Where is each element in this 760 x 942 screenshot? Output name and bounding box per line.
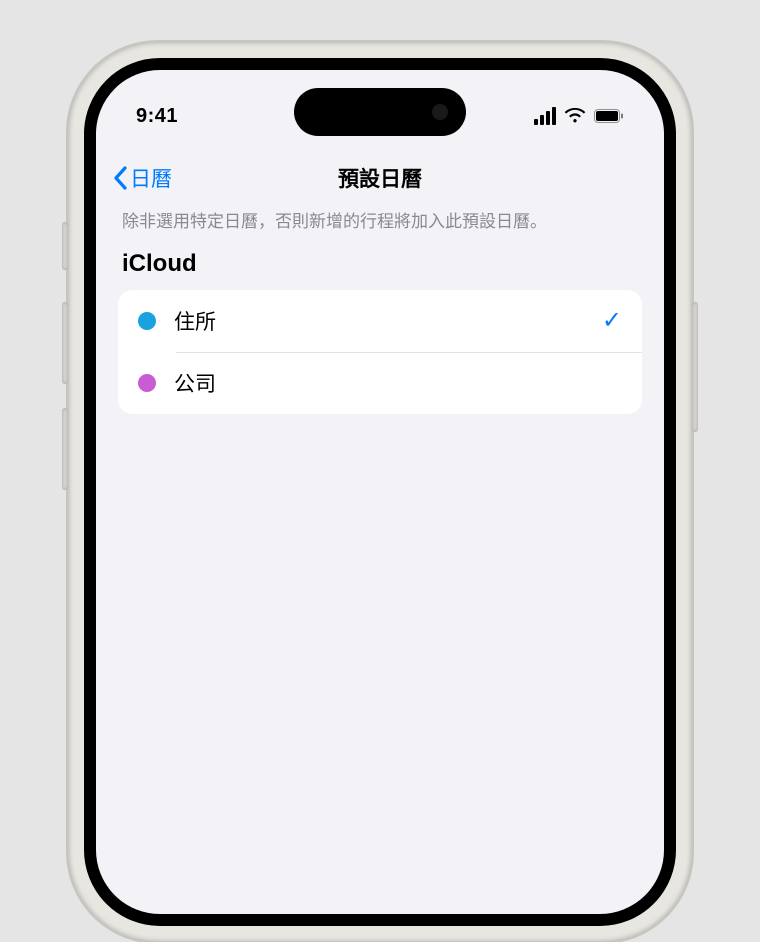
status-time: 9:41 [136,89,178,128]
calendar-list: 住所 ✓ 公司 [118,290,642,414]
volume-down-button [62,408,68,490]
page-title: 預設日曆 [96,163,664,193]
calendar-label: 公司 [174,368,604,398]
calendar-color-dot [138,312,156,330]
description-text: 除非選用特定日曆，否則新增的行程將加入此預設日曆。 [118,210,642,234]
nav-bar: 日曆 預設日曆 [96,154,664,202]
side-button [62,222,68,270]
screen: 9:41 日曆 預設日曆 除 [84,58,676,926]
calendar-row-work[interactable]: 公司 [118,352,642,414]
phone-frame: 9:41 日曆 預設日曆 除 [68,42,692,942]
checkmark-icon: ✓ [602,306,622,335]
status-bar: 9:41 [96,70,664,146]
calendar-label: 住所 [174,306,584,336]
wifi-icon [564,108,586,124]
back-label: 日曆 [130,163,172,193]
chevron-left-icon [112,166,128,190]
cellular-icon [534,107,556,125]
status-icons [534,91,624,125]
section-header: iCloud [118,250,642,278]
battery-icon [594,109,624,123]
calendar-row-home[interactable]: 住所 ✓ [118,290,642,352]
content: 除非選用特定日曆，否則新增的行程將加入此預設日曆。 iCloud 住所 ✓ 公司 [96,210,664,414]
volume-up-button [62,302,68,384]
back-button[interactable]: 日曆 [112,163,172,193]
calendar-color-dot [138,374,156,392]
power-button [692,302,698,432]
